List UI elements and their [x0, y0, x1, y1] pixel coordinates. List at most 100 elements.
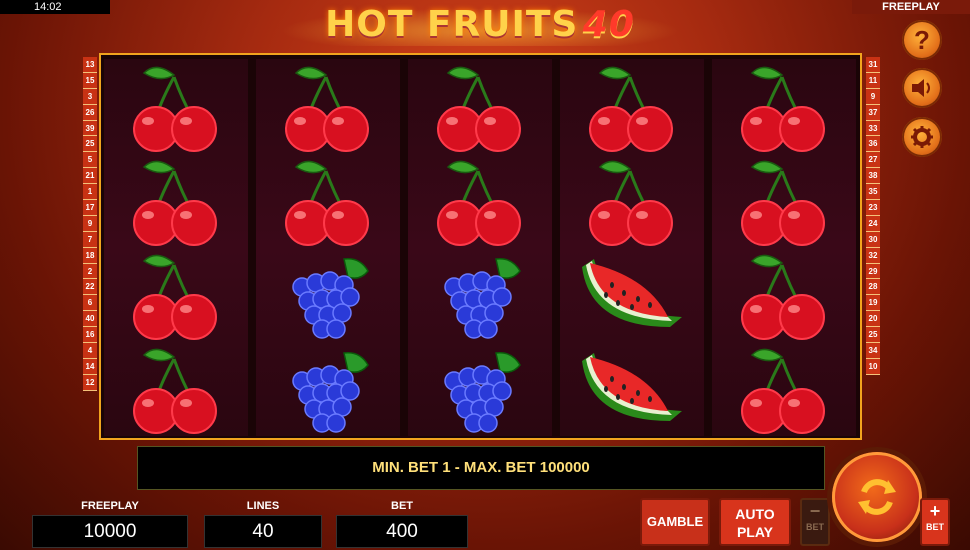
cherry-symbol — [712, 247, 856, 341]
line-number: 25 — [866, 327, 880, 344]
line-number: 6 — [83, 295, 97, 312]
gamble-button[interactable]: GAMBLE — [640, 498, 710, 546]
game-logo: HOT FRUITS 40 — [280, 4, 680, 50]
line-number: 1 — [83, 184, 97, 201]
bet-value[interactable]: 400 — [336, 515, 468, 548]
line-number: 17 — [83, 200, 97, 216]
line-number: 13 — [83, 57, 97, 73]
question-icon: ? — [914, 27, 930, 53]
svg-text:?: ? — [914, 27, 930, 53]
cherry-symbol — [560, 59, 704, 153]
line-number: 22 — [83, 279, 97, 296]
line-number: 15 — [83, 72, 97, 89]
watermelon-symbol — [560, 341, 704, 435]
speaker-icon — [912, 79, 930, 97]
line-number: 12 — [83, 374, 97, 391]
reel-4 — [560, 59, 704, 436]
reel-3 — [408, 59, 552, 436]
line-number: 28 — [866, 279, 880, 296]
bet-increase-label: BET — [926, 522, 944, 532]
clock: 14:02 — [0, 0, 110, 14]
bet-increase-button[interactable]: + BET — [920, 498, 950, 546]
plus-icon: + — [929, 501, 941, 521]
cherry-symbol — [712, 153, 856, 247]
cherry-symbol — [104, 341, 248, 435]
gear-icon — [911, 126, 933, 148]
grapes-symbol — [408, 247, 552, 341]
help-button[interactable]: ? — [902, 20, 942, 60]
line-number: 20 — [866, 311, 880, 328]
reel-2 — [256, 59, 400, 436]
autoplay-button[interactable]: AUTO PLAY — [719, 498, 791, 546]
line-number: 30 — [866, 231, 880, 248]
logo-text: HOT FRUITS — [325, 4, 579, 45]
cherry-symbol — [408, 153, 552, 247]
right-line-numbers: 31 11 9 37 33 36 27 38 35 23 24 30 32 29 28 19 20 25 34 10 — [866, 57, 880, 375]
autoplay-line1: AUTO — [735, 506, 775, 522]
cherry-symbol — [104, 59, 248, 153]
watermelon-symbol — [560, 247, 704, 341]
bet-decrease-label: BET — [806, 522, 824, 532]
line-number: 2 — [83, 263, 97, 280]
line-number: 34 — [866, 343, 880, 359]
line-number: 29 — [866, 263, 880, 280]
line-number: 3 — [83, 88, 97, 105]
cherry-symbol — [560, 153, 704, 247]
line-number: 26 — [83, 104, 97, 121]
reel-5 — [712, 59, 856, 436]
line-number: 27 — [866, 152, 880, 169]
minus-icon: − — [809, 501, 821, 521]
line-number: 33 — [866, 120, 880, 137]
reel-1 — [104, 59, 248, 436]
line-number: 24 — [866, 215, 880, 232]
line-number: 21 — [83, 168, 97, 185]
bet-label: BET — [391, 500, 413, 512]
cherry-symbol — [104, 153, 248, 247]
cherry-symbol — [712, 59, 856, 153]
spin-button[interactable] — [832, 452, 922, 542]
cherry-symbol — [256, 59, 400, 153]
line-number: 35 — [866, 184, 880, 201]
lines-label: LINES — [246, 500, 280, 512]
line-number: 31 — [866, 57, 880, 73]
line-number: 10 — [866, 358, 880, 375]
freeplay-label: FREEPLAY — [81, 500, 139, 512]
line-number: 4 — [83, 343, 97, 359]
line-number: 9 — [866, 88, 880, 105]
spin-icon — [858, 479, 896, 515]
line-number: 14 — [83, 358, 97, 375]
cherry-symbol — [256, 153, 400, 247]
line-number: 23 — [866, 200, 880, 216]
bet-decrease-button[interactable]: − BET — [800, 498, 830, 546]
reel-area — [99, 53, 862, 440]
line-number: 25 — [83, 136, 97, 153]
line-number: 11 — [866, 72, 880, 89]
line-number: 18 — [83, 247, 97, 264]
cherry-symbol — [104, 247, 248, 341]
line-number: 32 — [866, 247, 880, 264]
autoplay-line2: PLAY — [736, 524, 774, 540]
line-number: 39 — [83, 120, 97, 137]
line-number: 5 — [83, 152, 97, 169]
message-bar: MIN. BET 1 - MAX. BET 100000 — [137, 446, 825, 490]
cherry-symbol — [712, 341, 856, 435]
sound-button[interactable] — [902, 68, 942, 108]
cherry-symbol — [408, 59, 552, 153]
freeplay-balance: 10000 — [32, 515, 188, 548]
lines-value[interactable]: 40 — [204, 515, 322, 548]
grapes-symbol — [256, 247, 400, 341]
line-number: 19 — [866, 295, 880, 312]
mode-label: FREEPLAY — [852, 0, 970, 14]
line-number: 36 — [866, 136, 880, 153]
settings-button[interactable] — [902, 117, 942, 157]
logo-number: 40 — [582, 4, 635, 45]
line-number: 16 — [83, 327, 97, 344]
line-number: 9 — [83, 215, 97, 232]
grapes-symbol — [408, 341, 552, 435]
line-number: 38 — [866, 168, 880, 185]
line-number: 40 — [83, 311, 97, 328]
line-number: 7 — [83, 231, 97, 248]
line-number: 37 — [866, 104, 880, 121]
left-line-numbers: 13 15 3 26 39 25 5 21 1 17 9 7 18 2 22 6 40 16 4 14 12 — [83, 57, 97, 391]
grapes-symbol — [256, 341, 400, 435]
